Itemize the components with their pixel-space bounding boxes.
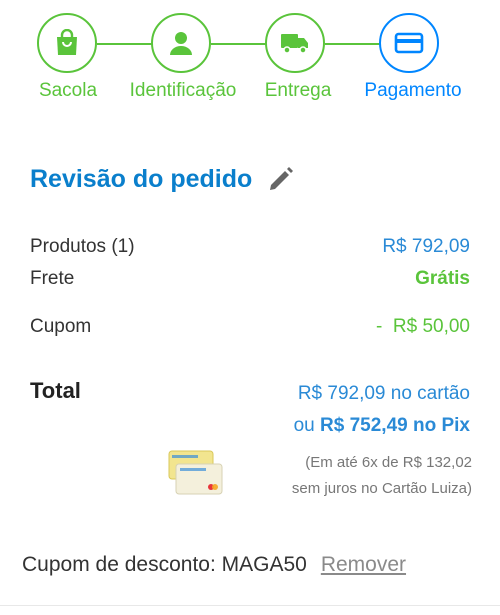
shipping-row: Frete Grátis xyxy=(30,268,470,290)
step-label: Identificação xyxy=(129,80,237,101)
shipping-value: Grátis xyxy=(415,268,470,289)
step-connector xyxy=(325,43,380,45)
card-icon xyxy=(394,32,424,54)
total-pix-prefix: ou xyxy=(293,415,321,436)
coupon-value-wrap: - R$ 50,00 xyxy=(376,316,470,338)
step-identificacao[interactable] xyxy=(151,13,211,73)
user-icon xyxy=(170,32,192,55)
review-header: Revisão do pedido xyxy=(30,164,296,194)
page-title: Revisão do pedido xyxy=(30,164,253,193)
total-values: R$ 792,09 no cartão ou R$ 752,49 no Pix xyxy=(294,378,470,442)
luiza-card-icon xyxy=(168,450,224,496)
products-row: Produtos (1) R$ 792,09 xyxy=(30,236,470,258)
step-connector xyxy=(211,43,266,45)
coupon-value: R$ 50,00 xyxy=(392,316,470,337)
coupon-text: Cupom de desconto: MAGA50 xyxy=(22,553,307,576)
step-label: Sacola xyxy=(38,80,98,101)
divider xyxy=(0,605,500,606)
coupon-bar: Cupom de desconto: MAGA50 Remover xyxy=(22,553,406,577)
step-sacola[interactable] xyxy=(37,13,97,73)
coupon-label: Cupom xyxy=(30,316,92,337)
step-label: Entrega xyxy=(264,80,332,101)
total-card: R$ 792,09 no cartão xyxy=(297,383,470,404)
step-entrega[interactable] xyxy=(265,13,325,73)
coupon-sign: - xyxy=(375,316,383,337)
checkout-stepper: Sacola Identificação Entrega Pagamento xyxy=(0,0,500,110)
coupon-row: Cupom - R$ 50,00 xyxy=(30,316,470,338)
step-label: Pagamento xyxy=(364,80,462,101)
shipping-label: Frete xyxy=(30,268,75,289)
remove-coupon-link[interactable]: Remover xyxy=(321,553,406,576)
installments-line: (Em até 6x de R$ 132,02 xyxy=(305,454,472,471)
products-label: Produtos (1) xyxy=(30,236,135,257)
step-pagamento[interactable] xyxy=(379,13,439,73)
bag-icon xyxy=(57,29,77,55)
step-connector xyxy=(97,43,152,45)
truck-icon xyxy=(281,34,308,54)
installments-info: (Em até 6x de R$ 132,02 sem juros no Car… xyxy=(292,450,472,502)
total-pix-line: ou R$ 752,49 no Pix xyxy=(294,410,470,442)
total-pix: R$ 752,49 no Pix xyxy=(320,415,470,436)
total-label: Total xyxy=(30,378,81,403)
pencil-icon[interactable] xyxy=(266,164,296,194)
products-value: R$ 792,09 xyxy=(382,236,470,257)
installments-line: sem juros no Cartão Luiza) xyxy=(291,480,472,497)
